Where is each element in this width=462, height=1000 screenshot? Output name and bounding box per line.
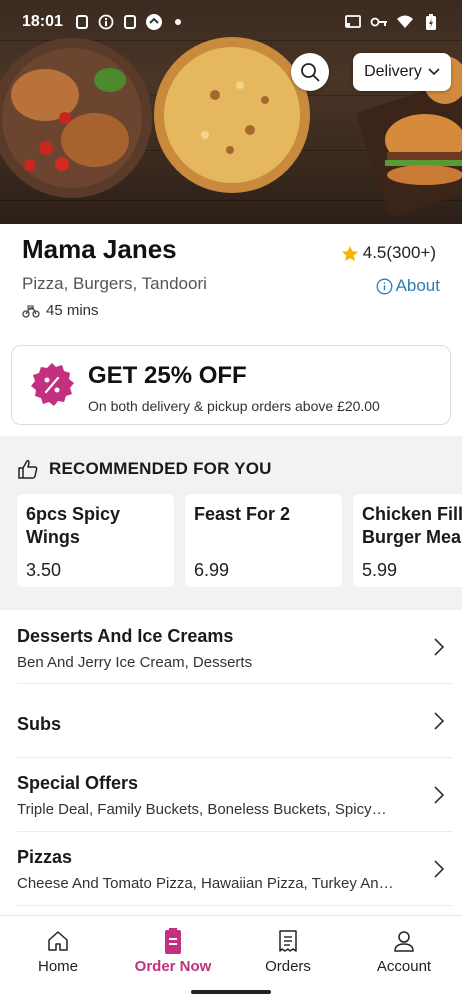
item-name: Feast For 2 (194, 504, 291, 524)
nav-orders-label: Orders (265, 958, 311, 975)
nav-home[interactable]: Home (8, 928, 108, 975)
restaurant-name: Mama Janes (22, 234, 177, 264)
recommended-title: RECOMMENDED FOR YOU (49, 459, 272, 478)
category-description: Cheese And Tomato Pizza, Hawaiian Pizza,… (17, 875, 394, 892)
restaurant-rating: 4.5(300+) (341, 243, 436, 263)
receipt-icon (275, 928, 301, 954)
cast-icon (344, 13, 362, 31)
category-description: Ben And Jerry Ice Cream, Desserts (17, 654, 253, 671)
wifi-icon (396, 13, 414, 31)
home-indicator[interactable] (191, 990, 271, 994)
more-notifications-dot-icon (169, 13, 187, 31)
status-time: 18:01 (22, 13, 63, 30)
nav-account-label: Account (376, 958, 432, 975)
item-price: 3.50 (26, 560, 62, 580)
scooter-icon (22, 304, 40, 318)
recommended-item[interactable]: Chicken Fillet Burger Meal 5.99 (353, 494, 462, 587)
bottom-nav: Home Order Now Orders Account (0, 915, 462, 1000)
item-price: 5.99 (362, 560, 398, 580)
nav-order-now[interactable]: Order Now (123, 928, 223, 975)
battery-charging-icon (422, 13, 440, 31)
search-button[interactable] (291, 53, 329, 91)
rating-value: 4.5(300+) (362, 243, 436, 262)
nav-account[interactable]: Account (354, 928, 454, 975)
info-icon (376, 278, 393, 294)
about-link[interactable]: About (376, 276, 440, 296)
nav-order-now-label: Order Now (134, 958, 212, 975)
category-title: Pizzas (17, 847, 73, 867)
delivery-mode-label: Delivery (364, 63, 422, 80)
category-pizzas[interactable]: Pizzas Cheese And Tomato Pizza, Hawaiian… (0, 832, 462, 908)
category-title: Subs (17, 714, 62, 734)
home-icon (45, 928, 71, 954)
item-price: 6.99 (194, 560, 230, 580)
offer-card[interactable]: GET 25% OFF On both delivery & pickup or… (11, 345, 451, 425)
star-icon (341, 245, 358, 261)
discount-badge-icon (31, 363, 74, 406)
vpn-key-icon (370, 13, 388, 31)
recommended-heading: RECOMMENDED FOR YOU (17, 458, 272, 480)
search-icon (301, 63, 320, 82)
category-desserts[interactable]: Desserts And Ice Creams Ben And Jerry Ic… (0, 612, 462, 684)
offer-title: GET 25% OFF (88, 362, 247, 389)
recommended-item[interactable]: 6pcs Spicy Wings 3.50 (17, 494, 174, 587)
item-name: 6pcs Spicy Wings (26, 504, 121, 547)
chevron-right-icon (434, 786, 445, 804)
chevron-right-icon (434, 712, 445, 730)
browser-notification-icon (145, 13, 163, 31)
divider (17, 905, 452, 906)
person-icon (391, 928, 417, 954)
status-bar: 18:01 (0, 0, 462, 44)
delivery-mode-select[interactable]: Delivery (353, 53, 451, 91)
item-name: Chicken Fillet Burger Meal (362, 504, 462, 547)
nav-orders[interactable]: Orders (238, 928, 338, 975)
app-notification-icon (121, 13, 139, 31)
app-notification-icon (73, 13, 91, 31)
category-subs[interactable]: Subs (0, 684, 462, 758)
hero-banner: 18:01 Delivery (0, 0, 462, 224)
nav-home-label: Home (37, 958, 78, 975)
category-title: Special Offers (17, 773, 139, 793)
about-label: About (395, 276, 440, 295)
restaurant-cuisines: Pizza, Burgers, Tandoori (22, 274, 207, 293)
category-description: Triple Deal, Family Buckets, Boneless Bu… (17, 801, 387, 818)
delivery-eta: 45 mins (22, 302, 99, 319)
chevron-right-icon (434, 638, 445, 656)
info-notification-icon (97, 13, 115, 31)
thumbs-up-icon (18, 460, 38, 479)
recommended-section: RECOMMENDED FOR YOU 6pcs Spicy Wings 3.5… (0, 436, 462, 610)
eta-value: 45 mins (46, 302, 99, 319)
order-now-icon (160, 928, 186, 954)
category-title: Desserts And Ice Creams (17, 626, 234, 646)
category-special-offers[interactable]: Special Offers Triple Deal, Family Bucke… (0, 758, 462, 832)
chevron-right-icon (434, 860, 445, 878)
chevron-down-icon (428, 68, 440, 76)
offer-subtitle: On both delivery & pickup orders above £… (88, 398, 380, 414)
recommended-item[interactable]: Feast For 2 6.99 (185, 494, 342, 587)
